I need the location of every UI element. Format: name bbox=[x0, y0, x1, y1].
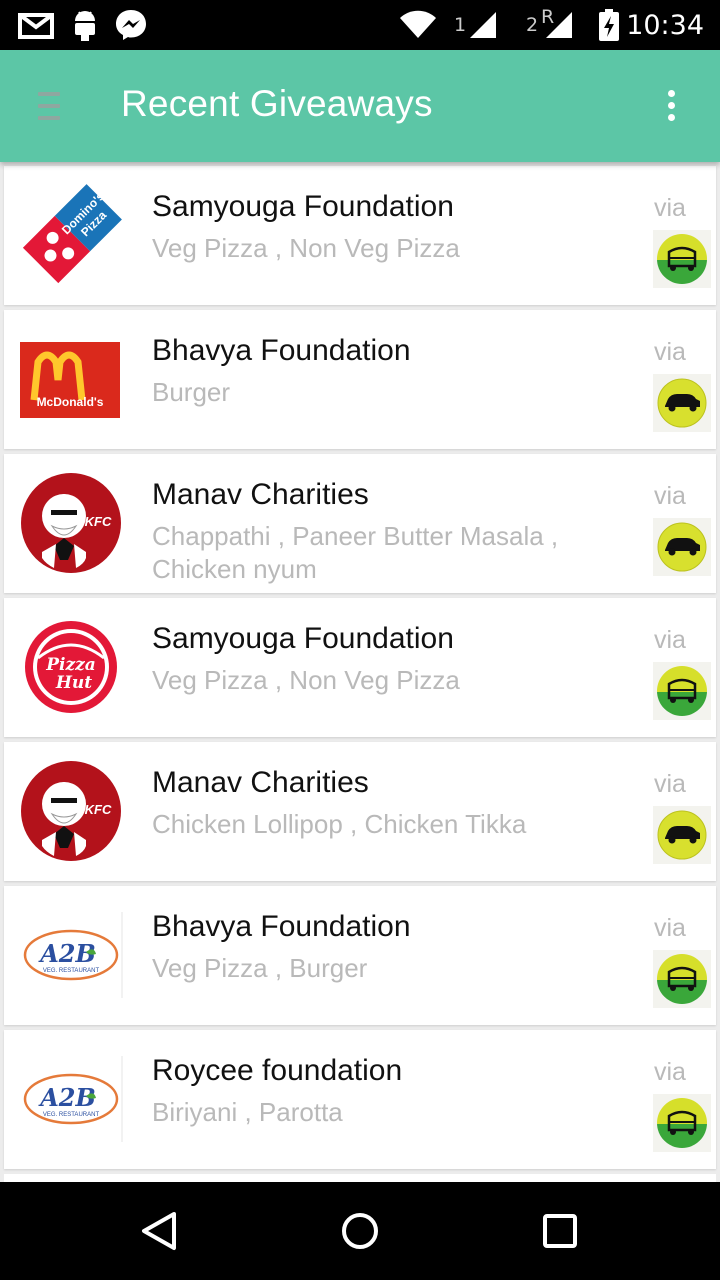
svg-text:Pizza: Pizza bbox=[45, 655, 96, 675]
app-bar: Recent Giveaways bbox=[0, 50, 720, 162]
kfc-logo: KFC bbox=[16, 468, 126, 578]
via-label: via bbox=[654, 1058, 686, 1086]
svg-text:Hut: Hut bbox=[55, 673, 92, 693]
food-items: Burger bbox=[152, 377, 231, 407]
car-icon bbox=[653, 374, 711, 432]
giveaway-list[interactable]: Domino's Pizza Samyouga Foundation Veg P… bbox=[0, 162, 720, 1182]
via-label: via bbox=[654, 482, 686, 510]
giveaway-card[interactable]: A2B VEG. RESTAURANT Roycee foundation Bi… bbox=[4, 1030, 716, 1169]
home-button[interactable] bbox=[335, 1206, 385, 1256]
navigation-bar bbox=[0, 1182, 720, 1280]
food-items: Chicken Lollipop , Chicken Tikka bbox=[152, 809, 527, 839]
back-button[interactable] bbox=[134, 1206, 184, 1256]
svg-text:VEG. RESTAURANT: VEG. RESTAURANT bbox=[43, 968, 100, 974]
auto-rickshaw-icon bbox=[653, 230, 711, 288]
pizza-hut-logo: Pizza Hut bbox=[16, 612, 126, 722]
signal-sim1-icon bbox=[468, 0, 498, 50]
via-label: via bbox=[654, 338, 686, 366]
food-items: Veg Pizza , Non Veg Pizza bbox=[152, 233, 460, 263]
foundation-name: Roycee foundation bbox=[152, 1054, 403, 1087]
via-label: via bbox=[654, 194, 686, 222]
sim2-label: 2 bbox=[526, 14, 539, 36]
auto-rickshaw-icon bbox=[653, 662, 711, 720]
messenger-notification-icon bbox=[114, 0, 148, 50]
giveaway-card[interactable]: KFC Manav Charities Chicken Lollipop , C… bbox=[4, 742, 716, 881]
foundation-name: Manav Charities bbox=[152, 478, 369, 511]
battery-charging-icon bbox=[598, 0, 620, 50]
foundation-name: Manav Charities bbox=[152, 766, 369, 799]
hamburger-menu-icon[interactable] bbox=[28, 88, 72, 124]
auto-rickshaw-icon bbox=[653, 950, 711, 1008]
wifi-icon bbox=[398, 0, 438, 50]
foundation-name: Bhavya Foundation bbox=[152, 334, 411, 367]
sim1-label: 1 bbox=[454, 14, 467, 36]
car-icon bbox=[653, 518, 711, 576]
giveaway-card[interactable]: KFC Manav Charities Chappathi , Paneer B… bbox=[4, 454, 716, 593]
signal-sim2-icon bbox=[544, 0, 574, 50]
food-items: Veg Pizza , Non Veg Pizza bbox=[152, 665, 460, 695]
dominos-pizza-logo: Domino's Pizza bbox=[16, 180, 126, 290]
svg-text:A2B: A2B bbox=[38, 1083, 96, 1112]
foundation-name: Samyouga Foundation bbox=[152, 622, 454, 655]
clock: 10:34 bbox=[626, 9, 704, 41]
via-label: via bbox=[654, 914, 686, 942]
auto-rickshaw-icon bbox=[653, 1094, 711, 1152]
svg-text:McDonald's: McDonald's bbox=[37, 395, 104, 409]
giveaway-card[interactable]: A2B VEG. RESTAURANT Bhavya Foundation Ve… bbox=[4, 886, 716, 1025]
svg-text:VEG. RESTAURANT: VEG. RESTAURANT bbox=[43, 1112, 100, 1118]
list-item-partial[interactable] bbox=[4, 1174, 716, 1182]
food-items: Veg Pizza , Burger bbox=[152, 953, 368, 983]
gmail-notification-icon bbox=[18, 0, 54, 50]
a2b-logo: A2B VEG. RESTAURANT bbox=[16, 1044, 126, 1154]
a2b-logo: A2B VEG. RESTAURANT bbox=[16, 900, 126, 1010]
more-options-icon[interactable] bbox=[656, 86, 688, 126]
android-notification-icon bbox=[72, 0, 98, 50]
via-label: via bbox=[654, 770, 686, 798]
giveaway-card[interactable]: Domino's Pizza Samyouga Foundation Veg P… bbox=[4, 166, 716, 305]
status-bar: 1 2 R 10:34 bbox=[0, 0, 720, 50]
car-icon bbox=[653, 806, 711, 864]
svg-text:KFC: KFC bbox=[85, 802, 112, 817]
svg-text:A2B: A2B bbox=[38, 939, 96, 968]
svg-text:KFC: KFC bbox=[85, 514, 112, 529]
foundation-name: Samyouga Foundation bbox=[152, 190, 454, 223]
recents-button[interactable] bbox=[535, 1206, 585, 1256]
via-label: via bbox=[654, 626, 686, 654]
food-items: Biriyani , Parotta bbox=[152, 1097, 343, 1127]
kfc-logo: KFC bbox=[16, 756, 126, 866]
giveaway-card[interactable]: Pizza Hut Samyouga Foundation Veg Pizza … bbox=[4, 598, 716, 737]
giveaway-card[interactable]: McDonald's Bhavya Foundation Burger via bbox=[4, 310, 716, 449]
page-title: Recent Giveaways bbox=[121, 83, 433, 124]
food-items: Chappathi , Paneer Butter Masala , Chick… bbox=[152, 521, 559, 584]
foundation-name: Bhavya Foundation bbox=[152, 910, 411, 943]
mcdonalds-logo: McDonald's bbox=[16, 324, 126, 434]
